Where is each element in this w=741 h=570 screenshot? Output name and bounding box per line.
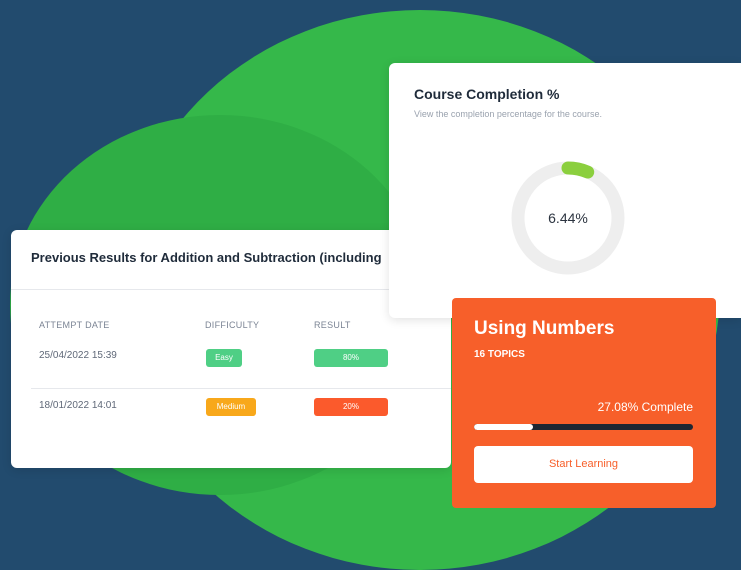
result-badge: 20% [314,398,388,416]
course-title: Using Numbers [474,318,615,339]
course-progress-bar [474,424,693,430]
result-badge: 80% [314,349,388,367]
results-title: Previous Results for Addition and Subtra… [31,250,382,265]
completion-subtitle: View the completion percentage for the c… [414,109,602,119]
course-completion-card: Course Completion % View the completion … [389,63,741,318]
difficulty-badge: Medium [206,398,256,416]
attempt-date: 18/01/2022 14:01 [39,400,117,411]
completion-percent-label: 6.44% [548,210,588,226]
row-divider [31,388,451,389]
start-learning-button[interactable]: Start Learning [474,446,693,483]
course-progress-fill [474,424,534,430]
attempt-date: 25/04/2022 15:39 [39,350,117,361]
divider [11,289,451,290]
difficulty-badge: Easy [206,349,242,367]
column-header-difficulty: DIFFICULTY [205,320,260,330]
course-progress-label: 27.08% Complete [597,400,693,414]
column-header-attempt-date: ATTEMPT DATE [39,320,110,330]
completion-title: Course Completion % [414,86,560,102]
previous-results-card: Previous Results for Addition and Subtra… [11,230,451,468]
course-topics-count: 16 TOPICS [474,349,525,360]
column-header-result: RESULT [314,320,351,330]
course-card: Using Numbers 16 TOPICS 27.08% Complete … [452,298,716,508]
